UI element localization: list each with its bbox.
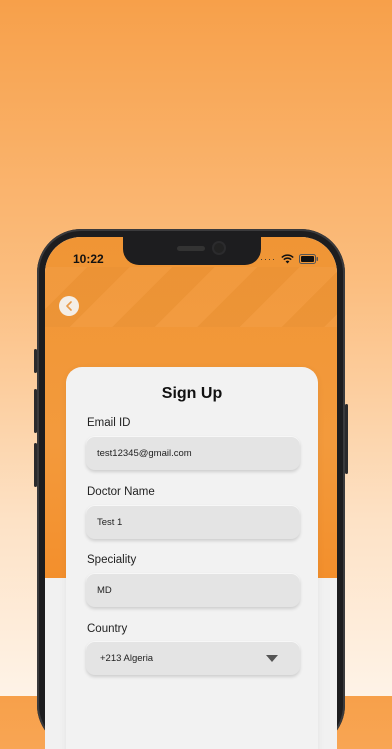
signup-card: Sign Up Email ID test12345@gmail.com Doc… [66,367,318,749]
doctor-name-field[interactable]: Test 1 [86,505,300,539]
speciality-value: MD [97,584,112,596]
volume-down-button [34,443,37,487]
volume-up-button [34,389,37,433]
phone-frame: 10:22 ···· Sign Up Email ID test12345@gm… [34,229,348,749]
page-title: Sign Up [161,385,223,402]
front-camera [214,243,224,253]
speciality-field[interactable]: MD [86,573,300,607]
status-time: 10:22 [73,252,104,266]
status-icons: ···· [260,254,319,264]
country-label: Country [87,623,128,635]
speaker-grille [177,246,205,251]
wifi-icon [281,254,294,264]
email-field[interactable]: test12345@gmail.com [86,436,300,470]
country-select[interactable]: +213 Algeria [86,641,300,675]
country-value: +213 Algeria [100,652,154,664]
email-value: test12345@gmail.com [97,447,192,459]
email-label: Email ID [87,417,131,429]
mute-switch [34,349,37,373]
back-button[interactable] [59,296,79,316]
dropdown-caret-icon [266,654,278,662]
power-button [345,404,348,474]
back-arrow-icon [66,301,72,311]
speciality-label: Speciality [87,554,137,566]
app-screen: 10:22 ···· Sign Up Email ID test12345@gm… [45,237,337,749]
doctor-name-value: Test 1 [97,516,123,528]
notch [123,237,261,265]
battery-icon [299,254,318,264]
signal-dots: ···· [260,254,276,264]
doctor-name-label: Doctor Name [87,486,155,498]
